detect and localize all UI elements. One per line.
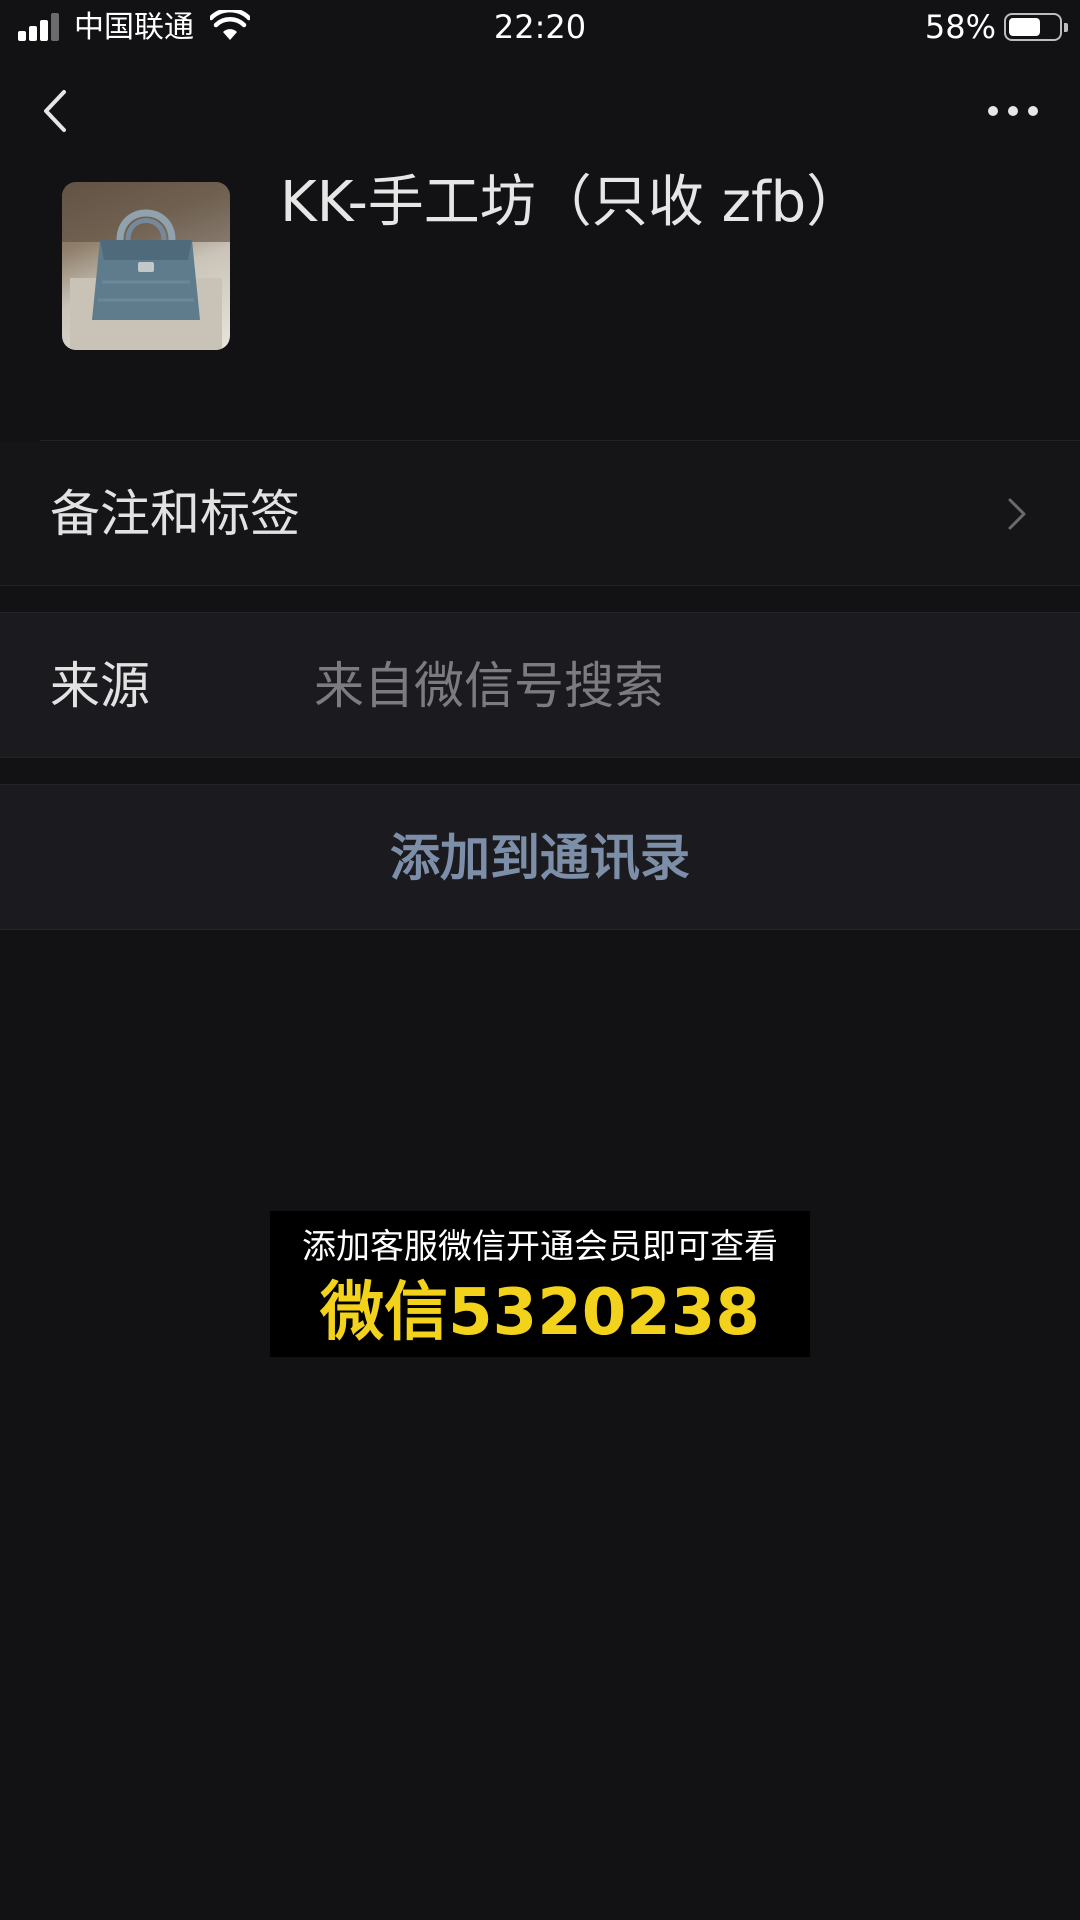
battery-icon <box>1004 13 1068 41</box>
source-value: 来自微信号搜索 <box>314 657 664 715</box>
remark-label: 备注和标签 <box>50 485 300 543</box>
status-bar: 中国联通 22:20 58% <box>0 0 1080 56</box>
add-to-contacts-button[interactable]: 添加到通讯录 <box>0 785 1080 931</box>
source-label: 来源 <box>50 657 150 715</box>
chevron-right-icon <box>1008 498 1026 530</box>
remark-and-tags-row[interactable]: 备注和标签 <box>0 442 1080 586</box>
more-horizontal-icon[interactable] <box>988 98 1040 122</box>
chevron-left-icon[interactable] <box>36 86 80 136</box>
avatar[interactable] <box>62 182 230 350</box>
handbag-icon <box>62 182 230 350</box>
battery-percent: 58% <box>924 8 996 46</box>
contact-profile-screen: 中国联通 22:20 58% KK-手工坊（只收 zfb） 备注和标签 来源 来… <box>0 0 1080 1920</box>
status-time: 22:20 <box>493 8 587 46</box>
promo-text: 添加客服微信开通会员即可查看 <box>302 1227 778 1267</box>
promo-wechat-id: 微信5320238 <box>320 1276 760 1350</box>
add-to-contacts-row[interactable]: 添加到通讯录 <box>0 784 1080 930</box>
divider <box>40 440 1080 441</box>
promo-overlay: 添加客服微信开通会员即可查看 微信5320238 <box>270 1211 810 1357</box>
contact-name: KK-手工坊（只收 zfb） <box>280 170 863 235</box>
source-row: 来源 来自微信号搜索 <box>0 612 1080 758</box>
